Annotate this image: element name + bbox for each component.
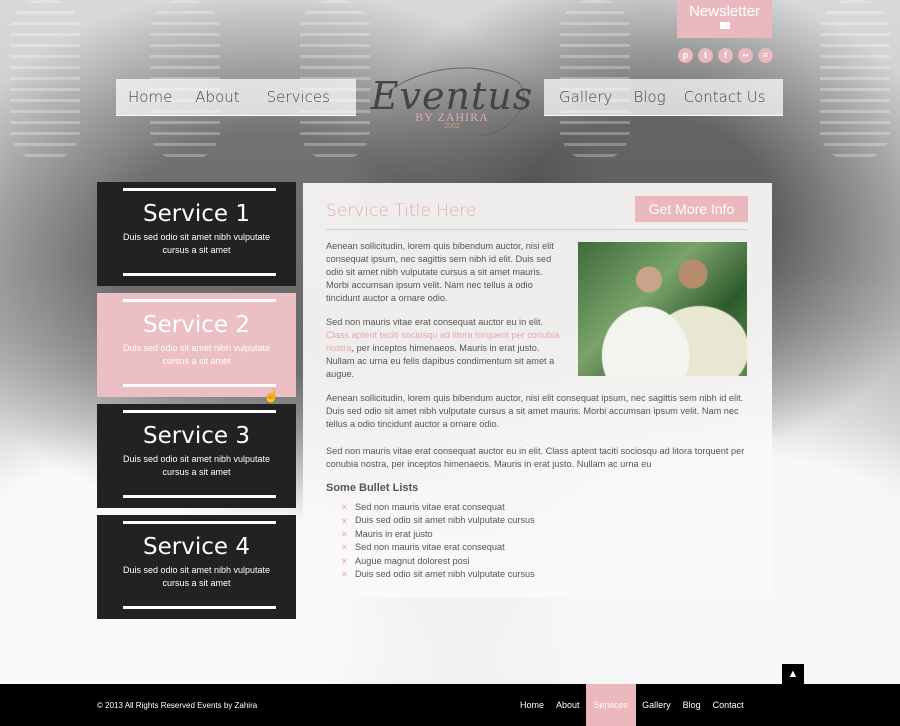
service-card-3[interactable]: Service 3 Duis sed odio sit amet nibh vu… <box>97 404 296 508</box>
list-item-text: Duis sed odio sit amet nibh vulputate cu… <box>355 569 535 580</box>
footer-link-contact[interactable]: Contact <box>707 684 750 726</box>
footer-link-about[interactable]: About <box>550 684 586 726</box>
card-divider <box>123 606 276 609</box>
twitter-icon[interactable]: t <box>698 48 713 63</box>
bullet-heading: Some Bullet Lists <box>326 482 419 494</box>
list-item: ✕ Mauris in erat justo <box>341 528 535 541</box>
list-item: ✕ Duis sed odio sit amet nibh vulputate c… <box>341 514 535 527</box>
paragraph-1: Aenean sollicitudin, lorem quis bibendum… <box>326 241 554 303</box>
chandelier-decoration <box>10 0 80 160</box>
site-footer: © 2013 All Rights Reserved Events by Zah… <box>0 684 900 726</box>
main-nav-left: Home About Services <box>116 79 356 116</box>
list-item: ✕ Augue magnut dolorest posi <box>341 555 535 568</box>
list-item-text: Augue magnut dolorest posi <box>355 555 470 566</box>
nav-services[interactable]: Services <box>267 88 330 106</box>
bullet-icon: ✕ <box>341 570 348 580</box>
social-links: p t f •• ≡ <box>678 48 773 63</box>
card-divider <box>123 521 276 524</box>
hand-cursor-icon: ☝ <box>263 388 280 403</box>
service-title-heading: Service Title Here <box>326 201 477 221</box>
service-desc: Duis sed odio sit amet nibh vulputate cu… <box>122 343 271 366</box>
list-item-text: Mauris in erat justo <box>355 528 433 539</box>
logo-year: 2002 <box>444 123 460 130</box>
service-content-panel: Service Title Here Get More Info Aenean … <box>303 183 772 598</box>
pinterest-icon[interactable]: p <box>678 48 693 63</box>
title-divider <box>326 229 748 230</box>
paragraph-2-start: Sed non mauris vitae erat consequat auct… <box>326 317 544 327</box>
chandelier-decoration <box>820 0 890 160</box>
nav-blog[interactable]: Blog <box>633 88 665 106</box>
list-item-text: Duis sed odio sit amet nibh vulputate cu… <box>355 515 535 526</box>
bullet-icon: ✕ <box>341 556 348 566</box>
nav-gallery[interactable]: Gallery <box>559 88 612 106</box>
paragraph-2: Sed non mauris vitae erat consequat auct… <box>326 316 566 381</box>
nav-contact-us[interactable]: Contact Us <box>684 88 766 106</box>
list-item: ✕ Sed non mauris vitae erat consequat <box>341 501 535 514</box>
card-divider <box>123 410 276 413</box>
service-card-2[interactable]: Service 2 Duis sed odio sit amet nibh vu… <box>97 293 296 397</box>
service-title: Service 3 <box>143 423 250 449</box>
list-item-text: Sed non mauris vitae erat consequat <box>355 542 505 553</box>
main-nav-right: Gallery Blog Contact Us <box>544 79 783 116</box>
newsletter-label: Newsletter <box>689 3 760 20</box>
service-desc: Duis sed odio sit amet nibh vulputate cu… <box>122 454 271 477</box>
footer-link-gallery[interactable]: Gallery <box>636 684 677 726</box>
card-divider <box>123 299 276 302</box>
bullet-icon: ✕ <box>341 503 348 513</box>
service-title: Service 1 <box>143 201 250 227</box>
list-item: ✕ Sed non mauris vitae erat consequat <box>341 541 535 554</box>
envelope-icon <box>719 22 730 29</box>
newsletter-button[interactable]: Newsletter <box>677 0 772 38</box>
bullet-icon: ✕ <box>341 543 348 553</box>
bullet-list: ✕ Sed non mauris vitae erat consequat ✕ Du… <box>341 501 535 581</box>
card-divider <box>123 273 276 276</box>
paragraph-3: Aenean sollicitudin, lorem quis bibendum… <box>326 393 744 429</box>
service-card-4[interactable]: Service 4 Duis sed odio sit amet nibh vu… <box>97 515 296 619</box>
service-title: Service 2 <box>143 312 250 338</box>
footer-link-home[interactable]: Home <box>514 684 550 726</box>
back-to-top-button[interactable]: ▲ <box>782 664 804 684</box>
bullet-icon: ✕ <box>341 530 348 540</box>
bullet-icon: ✕ <box>341 516 348 526</box>
service-title: Service 4 <box>143 534 250 560</box>
service-desc: Duis sed odio sit amet nibh vulputate cu… <box>122 232 271 255</box>
get-more-info-button[interactable]: Get More Info <box>635 196 748 222</box>
flickr-icon[interactable]: •• <box>738 48 753 63</box>
card-divider <box>123 495 276 498</box>
copyright-text: © 2013 All Rights Reserved Events by Zah… <box>97 701 258 710</box>
facebook-icon[interactable]: f <box>718 48 733 63</box>
list-item: ✕ Duis sed odio sit amet nibh vulputate c… <box>341 568 535 581</box>
service-card-1[interactable]: Service 1 Duis sed odio sit amet nibh vu… <box>97 182 296 286</box>
list-item-text: Sed non mauris vitae erat consequat <box>355 502 505 512</box>
chat-icon[interactable]: ≡ <box>758 48 773 63</box>
footer-link-blog[interactable]: Blog <box>677 684 707 726</box>
footer-nav: Home About Services Gallery Blog Contact <box>514 684 750 726</box>
site-logo[interactable]: Eventus BY ZAHIRA 2002 <box>368 62 536 148</box>
paragraph-4: Sed non mauris vitae erat consequat auct… <box>326 446 745 469</box>
card-divider <box>123 384 276 387</box>
nav-home[interactable]: Home <box>128 88 172 106</box>
footer-link-services[interactable]: Services <box>585 684 637 726</box>
wedding-photo <box>578 242 747 376</box>
paragraph-2-end: , per inceptos himenaeos. Mauris in erat… <box>326 343 555 379</box>
nav-about[interactable]: About <box>195 88 239 106</box>
card-divider <box>123 188 276 191</box>
service-desc: Duis sed odio sit amet nibh vulputate cu… <box>122 565 271 588</box>
